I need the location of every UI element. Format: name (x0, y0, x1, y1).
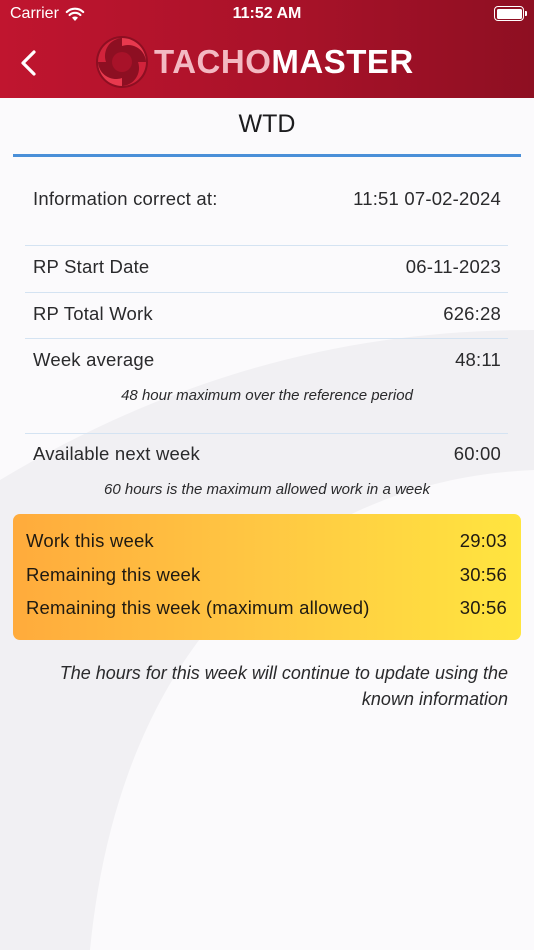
status-time: 11:52 AM (232, 5, 302, 22)
remaining-max-label: Remaining this week (maximum allowed) (26, 597, 370, 618)
info-correct-value: 11:51 07-02-2024 (353, 188, 501, 209)
week-summary-card: Work this week 29:03 Remaining this week… (13, 514, 521, 640)
info-correct-label: Information correct at: (33, 188, 218, 209)
remaining-max-value: 30:56 (459, 597, 507, 618)
rp-start-date-value: 06-11-2023 (405, 256, 501, 277)
title-underline (13, 154, 521, 157)
week-average-label: Week average (33, 349, 155, 370)
available-next-week-row: Available next week 60:00 (33, 443, 501, 465)
tachomaster-logo: TACHOMASTER (94, 34, 414, 90)
week-average-value: 48:11 (455, 349, 501, 370)
logo-text: TACHOMASTER (154, 43, 414, 81)
battery-icon (494, 6, 527, 21)
available-next-week-note: 60 hours is the maximum allowed work in … (104, 481, 430, 498)
rp-start-date-row: RP Start Date 06-11-2023 (33, 256, 501, 278)
app-header: Carrier 11:52 AM TACHOMASTER (0, 0, 534, 98)
work-this-week-value: 29:03 (459, 530, 507, 551)
week-average-row: Week average 48:11 (33, 349, 501, 371)
remaining-max-row: Remaining this week (maximum allowed) 30… (26, 597, 507, 619)
info-correct-row: Information correct at: 11:51 07-02-2024 (33, 188, 501, 210)
page-title: WTD (238, 110, 296, 138)
rp-start-date-label: RP Start Date (33, 256, 150, 277)
status-bar: Carrier 11:52 AM (0, 0, 534, 28)
footer-note: The hours for this week will continue to… (59, 663, 508, 709)
week-average-note: 48 hour maximum over the reference perio… (121, 387, 413, 404)
work-this-week-row: Work this week 29:03 (26, 530, 507, 552)
divider (25, 245, 508, 246)
work-this-week-label: Work this week (26, 530, 154, 551)
title-bar: WTD (0, 98, 534, 158)
logo-swirl-icon (96, 36, 148, 88)
remaining-this-week-row: Remaining this week 30:56 (26, 564, 507, 586)
divider (25, 338, 508, 339)
rp-total-work-value: 626:28 (443, 303, 501, 324)
logo-text-master: MASTER (271, 43, 414, 80)
rp-total-work-label: RP Total Work (33, 303, 153, 324)
chevron-left-icon (21, 50, 36, 76)
rp-total-work-row: RP Total Work 626:28 (33, 303, 501, 325)
back-button[interactable] (16, 48, 44, 78)
remaining-this-week-label: Remaining this week (26, 564, 201, 585)
available-next-week-label: Available next week (33, 443, 200, 464)
remaining-this-week-value: 30:56 (459, 564, 507, 585)
available-next-week-value: 60:00 (453, 443, 501, 464)
divider (25, 433, 508, 434)
divider (25, 292, 508, 293)
logo-text-tacho: TACHO (154, 43, 272, 80)
